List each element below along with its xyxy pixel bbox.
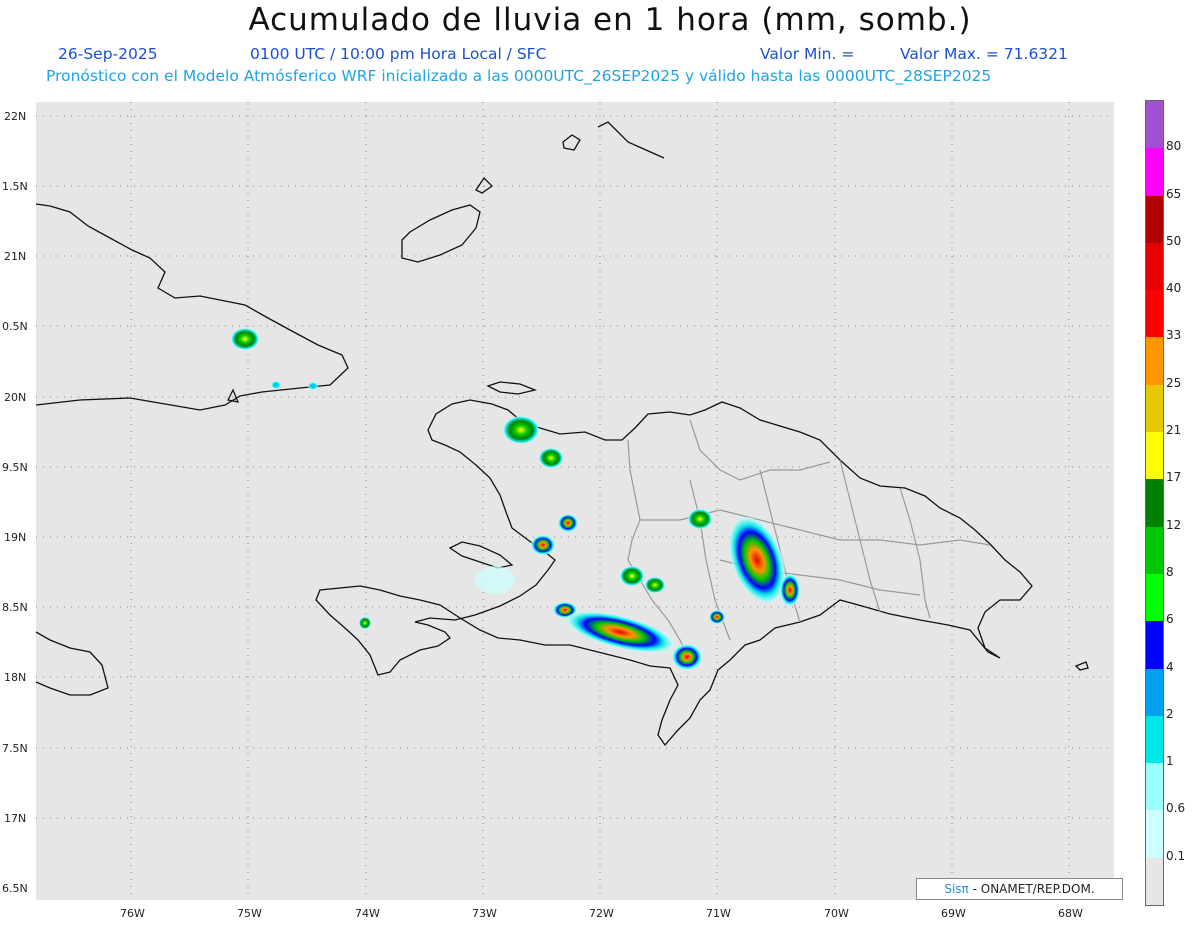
credit-brand: Sisπ xyxy=(944,882,969,896)
legend-swatch xyxy=(1146,337,1163,385)
lat-label: 18N xyxy=(4,671,26,684)
lat-label: 7.5N xyxy=(2,742,28,755)
credit-box: Sisπ - ONAMET/REP.DOM. xyxy=(916,878,1123,900)
lon-label: 74W xyxy=(355,907,380,920)
lat-label: 9.5N xyxy=(2,461,28,474)
legend-label: 65 xyxy=(1166,186,1182,201)
lat-label: 22N xyxy=(4,110,26,123)
legend-swatch xyxy=(1146,857,1163,905)
legend-swatch xyxy=(1146,668,1163,716)
lon-label: 69W xyxy=(941,907,966,920)
longitude-labels: 76W 75W 74W 73W 72W 71W 70W 69W 68W xyxy=(120,907,1083,920)
legend-swatch xyxy=(1146,290,1163,338)
map-canvas: 22N 1.5N 21N 0.5N 20N 9.5N 19N 8.5N 18N … xyxy=(2,102,1114,920)
legend-swatch xyxy=(1146,479,1163,527)
legend-label: 50 xyxy=(1166,233,1182,248)
legend-label: 6 xyxy=(1166,612,1174,627)
legend-label: 8 xyxy=(1166,564,1174,579)
lon-label: 72W xyxy=(589,907,614,920)
legend-swatch xyxy=(1146,621,1163,669)
legend-swatch xyxy=(1146,148,1163,196)
color-legend xyxy=(1145,100,1164,906)
legend-label: 0.1 xyxy=(1166,848,1186,863)
legend-label: 25 xyxy=(1166,375,1182,390)
legend-swatch xyxy=(1146,101,1163,149)
legend-label: 12 xyxy=(1166,517,1182,532)
credit-text: - ONAMET/REP.DOM. xyxy=(972,882,1095,896)
legend-swatch xyxy=(1146,195,1163,243)
lat-label: 21N xyxy=(4,250,26,263)
lon-label: 68W xyxy=(1058,907,1083,920)
legend-label: 4 xyxy=(1166,659,1174,674)
legend-label: 40 xyxy=(1166,281,1182,296)
lon-label: 75W xyxy=(237,907,262,920)
legend-label: 17 xyxy=(1166,470,1182,485)
legend-label: 21 xyxy=(1166,423,1182,438)
legend-swatch xyxy=(1146,810,1163,858)
lat-label: 6.5N xyxy=(2,882,28,895)
lon-label: 73W xyxy=(472,907,497,920)
legend-label: 1 xyxy=(1166,754,1174,769)
lat-label: 17N xyxy=(4,812,26,825)
lon-label: 70W xyxy=(824,907,849,920)
legend-swatch xyxy=(1146,432,1163,480)
lat-label: 20N xyxy=(4,391,26,404)
legend-swatch xyxy=(1146,715,1163,764)
legend-label: 2 xyxy=(1166,706,1174,721)
legend-label: 0.6 xyxy=(1166,801,1186,816)
legend-swatch xyxy=(1146,763,1163,811)
lat-label: 8.5N xyxy=(2,601,28,614)
legend-swatch xyxy=(1146,242,1163,291)
lat-label: 1.5N xyxy=(2,180,28,193)
legend-label: 33 xyxy=(1166,328,1182,343)
lon-label: 76W xyxy=(120,907,145,920)
legend-swatch xyxy=(1146,526,1163,574)
legend-label: 80 xyxy=(1166,139,1182,154)
legend-swatch xyxy=(1146,573,1163,622)
lon-label: 71W xyxy=(706,907,731,920)
lat-label: 0.5N xyxy=(2,320,28,333)
legend-swatch xyxy=(1146,384,1163,433)
lat-label: 19N xyxy=(4,531,26,544)
latitude-labels: 22N 1.5N 21N 0.5N 20N 9.5N 19N 8.5N 18N … xyxy=(2,110,28,895)
